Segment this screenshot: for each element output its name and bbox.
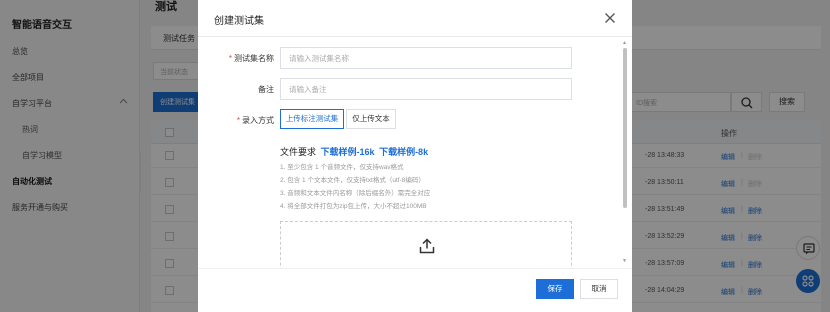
dialog-title: 创建测试集 xyxy=(214,16,264,27)
save-button[interactable]: 保存 xyxy=(536,279,574,299)
requirements-title: 文件要求 xyxy=(280,147,317,157)
requirement-item: 3. 音频和文本文件内名称（除后缀名外）需完全对应 xyxy=(280,190,431,197)
dialog-footer-divider xyxy=(198,268,632,269)
mode-upload-labeled[interactable]: 上传标注测试集 xyxy=(280,109,344,129)
required-mark: * xyxy=(228,54,232,63)
dialog-scrollbar[interactable]: ▲ ▼ xyxy=(622,40,628,268)
create-testset-dialog: 创建测试集 *测试集名称 备注 *录入方式 上传标注测试集 仅上传文本 文件要求… xyxy=(198,0,632,312)
scrollbar-thumb[interactable] xyxy=(623,48,627,208)
dialog-body: *测试集名称 备注 *录入方式 上传标注测试集 仅上传文本 文件要求 下载样例-… xyxy=(198,37,632,268)
required-mark: * xyxy=(236,116,240,125)
scroll-down-arrow-icon[interactable]: ▼ xyxy=(622,258,627,264)
input-mode-label-text: 录入方式 xyxy=(242,116,274,125)
note-label: 备注 xyxy=(258,85,274,94)
upload-icon xyxy=(419,238,435,254)
upload-dropzone[interactable] xyxy=(280,221,572,268)
mode-text-only[interactable]: 仅上传文本 xyxy=(346,109,396,129)
close-icon xyxy=(605,13,615,23)
testset-name-input[interactable] xyxy=(280,47,572,69)
testset-name-label: * 测试集名称 xyxy=(214,53,274,64)
cancel-button[interactable]: 取消 xyxy=(580,279,618,299)
download-sample-16k-link[interactable]: 下载样例-16k xyxy=(321,147,375,157)
requirement-item: 4. 将全部文件打包为zip包上传，大小不超过100MB xyxy=(280,203,427,210)
download-sample-8k-link[interactable]: 下载样例-8k xyxy=(379,147,428,157)
requirement-item: 1. 至少包含 1 个音频文件，仅支持wav格式 xyxy=(280,164,404,171)
input-mode-label: * 录入方式 xyxy=(214,115,274,126)
file-requirements: 文件要求 下载样例-16k 下载样例-8k xyxy=(280,145,428,158)
note-input[interactable] xyxy=(280,78,572,100)
close-button[interactable] xyxy=(602,10,618,26)
requirement-item: 2. 包含 1 个文本文件，仅支持txt格式（utf-8编码） xyxy=(280,177,425,184)
scroll-up-arrow-icon[interactable]: ▲ xyxy=(622,40,627,46)
testset-name-label-text: 测试集名称 xyxy=(234,54,274,63)
